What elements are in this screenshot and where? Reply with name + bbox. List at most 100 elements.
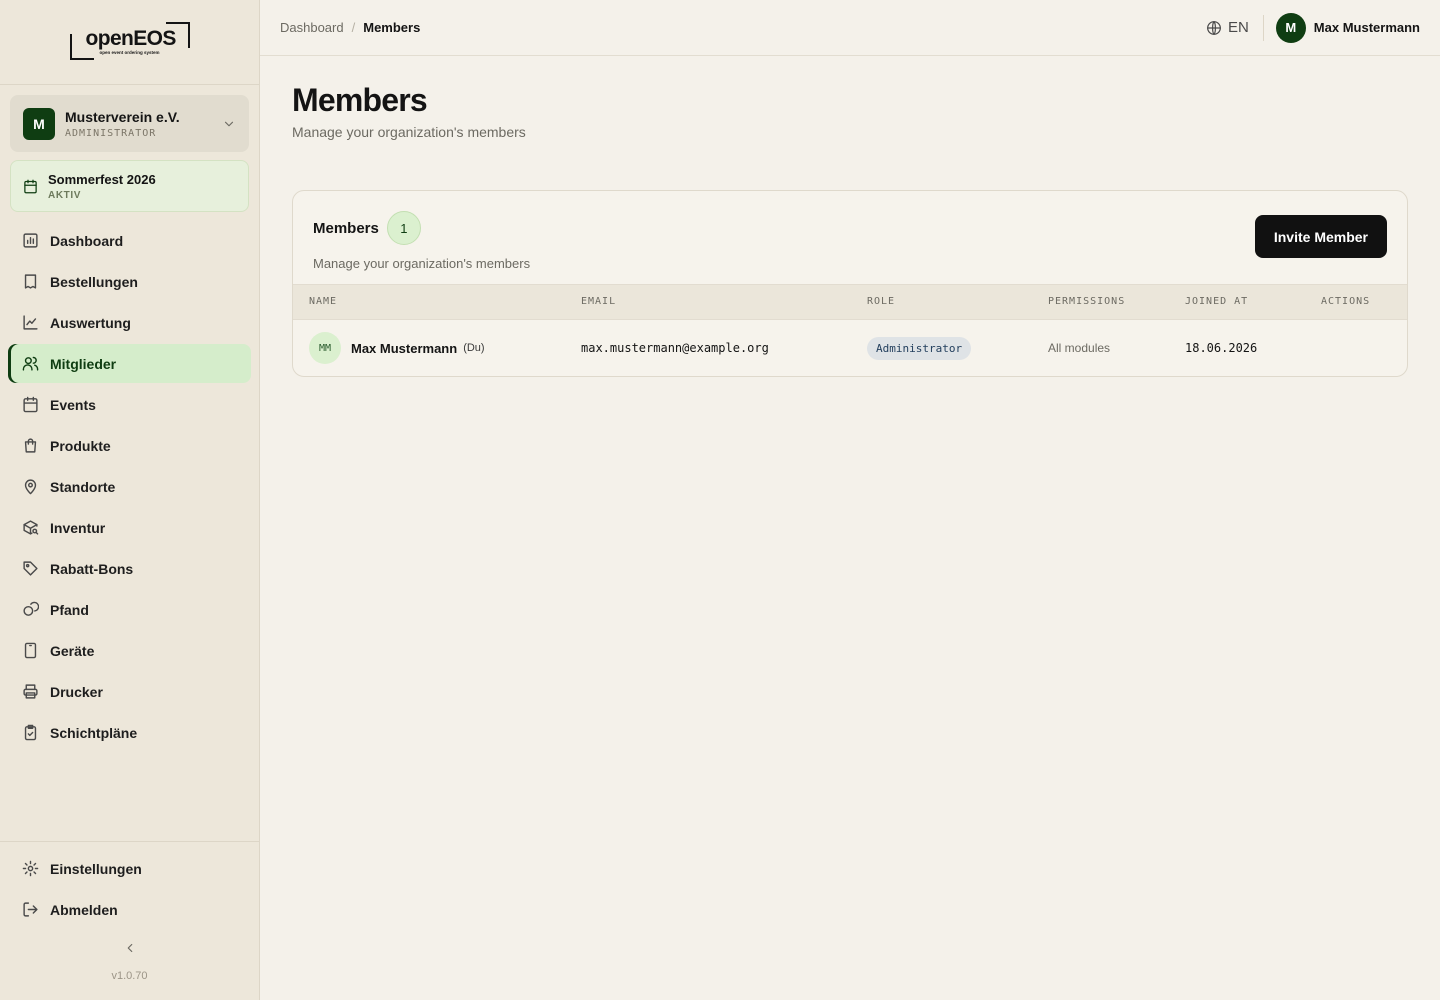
breadcrumb-separator: /: [351, 20, 356, 35]
member-email: max.mustermann@example.org: [581, 341, 769, 355]
map-pin-icon: [24, 479, 37, 495]
sidebar-item-geraete[interactable]: Geräte: [8, 631, 251, 670]
sidebar-item-label: Produkte: [50, 437, 111, 454]
collapse-sidebar-button[interactable]: [121, 939, 139, 957]
sidebar-item-label: Inventur: [50, 519, 106, 536]
member-joined-at: 18.06.2026: [1185, 341, 1258, 355]
sidebar-item-label: Einstellungen: [50, 860, 142, 877]
sidebar-item-schichtplaene[interactable]: Schichtpläne: [8, 713, 251, 752]
invite-member-button[interactable]: Invite Member: [1254, 215, 1387, 258]
coins-icon: [23, 601, 39, 616]
shopping-bag-icon: [24, 438, 37, 453]
header-divider: [1262, 14, 1264, 41]
org-name: Musterverein e.V.: [65, 108, 180, 125]
logo-area: openEOS open event ordering system: [0, 0, 259, 85]
printer-icon: [23, 684, 38, 699]
sidebar-item-label: Rabatt-Bons: [50, 560, 134, 577]
openeos-logo[interactable]: openEOS open event ordering system: [69, 22, 190, 62]
sidebar-item-label: Pfand: [50, 601, 89, 618]
sidebar-bottom-nav: Einstellungen Abmelden: [8, 849, 251, 931]
sidebar-item-rabatt-bons[interactable]: Rabatt-Bons: [8, 549, 251, 588]
language-code: EN: [1227, 19, 1249, 36]
package-search-icon: [23, 520, 39, 535]
you-indicator: (Du): [463, 342, 485, 354]
member-permissions: All modules: [1048, 341, 1111, 355]
sidebar-item-events[interactable]: Events: [8, 385, 251, 424]
table-row[interactable]: MM Max Mustermann (Du) max.mustermann@ex…: [293, 320, 1407, 376]
calendar-icon: [24, 179, 37, 193]
members-card: Members 1 Manage your organization's mem…: [292, 190, 1408, 377]
sidebar-item-dashboard[interactable]: Dashboard: [8, 221, 251, 260]
chevron-down-icon: [224, 121, 234, 126]
page-subtitle: Manage your organization's members: [292, 124, 526, 140]
tag-icon: [23, 561, 38, 576]
sidebar-item-inventur[interactable]: Inventur: [8, 508, 251, 547]
member-count-badge: 1: [386, 211, 421, 245]
breadcrumb-current: Members: [363, 20, 421, 35]
avatar: MM: [309, 332, 341, 364]
org-switcher[interactable]: M Musterverein e.V. ADMINISTRATOR: [10, 95, 249, 152]
user-menu[interactable]: M Max Mustermann: [1275, 12, 1420, 43]
column-header-joined-at[interactable]: JOINED AT: [1185, 296, 1248, 307]
role-badge: Administrator: [867, 336, 972, 360]
event-name: Sommerfest 2026: [48, 171, 156, 187]
chart-bar-icon: [23, 233, 38, 248]
sidebar-item-einstellungen[interactable]: Einstellungen: [8, 849, 251, 888]
calendar-icon: [23, 396, 38, 413]
app-version: v1.0.70: [111, 970, 148, 982]
top-bar: Dashboard / Members EN M Max Mustermann: [260, 0, 1440, 56]
sidebar-item-label: Events: [50, 396, 96, 413]
logo-tagline: open event ordering system: [99, 50, 160, 55]
org-role: ADMINISTRATOR: [65, 127, 157, 139]
globe-icon: [1207, 20, 1221, 35]
active-event-card[interactable]: Sommerfest 2026 AKTIV: [10, 160, 249, 212]
column-header-actions: ACTIONS: [1321, 296, 1371, 307]
card-subtitle: Manage your organization's members: [313, 256, 531, 271]
sidebar-item-label: Dashboard: [50, 232, 124, 249]
sidebar: openEOS open event ordering system M Mus…: [0, 0, 260, 1000]
sidebar-item-label: Bestellungen: [50, 273, 138, 290]
user-name: Max Mustermann: [1313, 20, 1420, 35]
sidebar-item-pfand[interactable]: Pfand: [8, 590, 251, 629]
sidebar-nav: Dashboard Bestellungen Auswertung Mitgli…: [8, 221, 251, 754]
sidebar-item-label: Drucker: [50, 683, 103, 700]
logo-wordmark: openEOS: [85, 27, 177, 50]
clipboard-check-icon: [24, 724, 37, 741]
page-title: Members: [292, 82, 428, 118]
sidebar-item-label: Mitglieder: [50, 355, 117, 372]
breadcrumb: Dashboard / Members: [280, 20, 420, 35]
sidebar-item-label: Auswertung: [50, 314, 131, 331]
sidebar-item-label: Abmelden: [50, 901, 118, 918]
column-header-name[interactable]: NAME: [309, 296, 337, 307]
cell-name: MM Max Mustermann (Du): [309, 320, 485, 376]
chevron-left-icon: [127, 943, 133, 953]
sidebar-item-auswertung[interactable]: Auswertung: [8, 303, 251, 342]
avatar: M: [1275, 12, 1306, 43]
language-switcher[interactable]: EN: [1206, 19, 1249, 36]
table-header: NAME EMAIL ROLE PERMISSIONS JOINED AT AC…: [293, 284, 1407, 320]
column-header-email[interactable]: EMAIL: [581, 296, 616, 307]
logout-icon: [23, 902, 38, 917]
tablet-icon: [24, 642, 37, 659]
sidebar-item-label: Schichtpläne: [50, 724, 138, 741]
member-name: Max Mustermann: [351, 340, 458, 356]
org-avatar: M: [23, 107, 55, 140]
column-header-permissions[interactable]: PERMISSIONS: [1048, 296, 1125, 307]
sidebar-item-abmelden[interactable]: Abmelden: [8, 890, 251, 929]
column-header-role[interactable]: ROLE: [867, 296, 895, 307]
gear-icon: [22, 860, 39, 877]
card-title: Members: [313, 219, 379, 237]
sidebar-item-produkte[interactable]: Produkte: [8, 426, 251, 465]
breadcrumb-dashboard-link[interactable]: Dashboard: [280, 20, 344, 35]
users-icon: [22, 356, 39, 371]
event-status: AKTIV: [48, 189, 81, 201]
sidebar-item-bestellungen[interactable]: Bestellungen: [8, 262, 251, 301]
sidebar-item-mitglieder[interactable]: Mitglieder: [8, 344, 251, 383]
receipt-icon: [24, 274, 37, 289]
sidebar-item-label: Standorte: [50, 478, 116, 495]
sidebar-item-drucker[interactable]: Drucker: [8, 672, 251, 711]
line-chart-icon: [23, 315, 38, 330]
sidebar-divider: [0, 841, 259, 842]
sidebar-item-label: Geräte: [50, 642, 95, 659]
sidebar-item-standorte[interactable]: Standorte: [8, 467, 251, 506]
